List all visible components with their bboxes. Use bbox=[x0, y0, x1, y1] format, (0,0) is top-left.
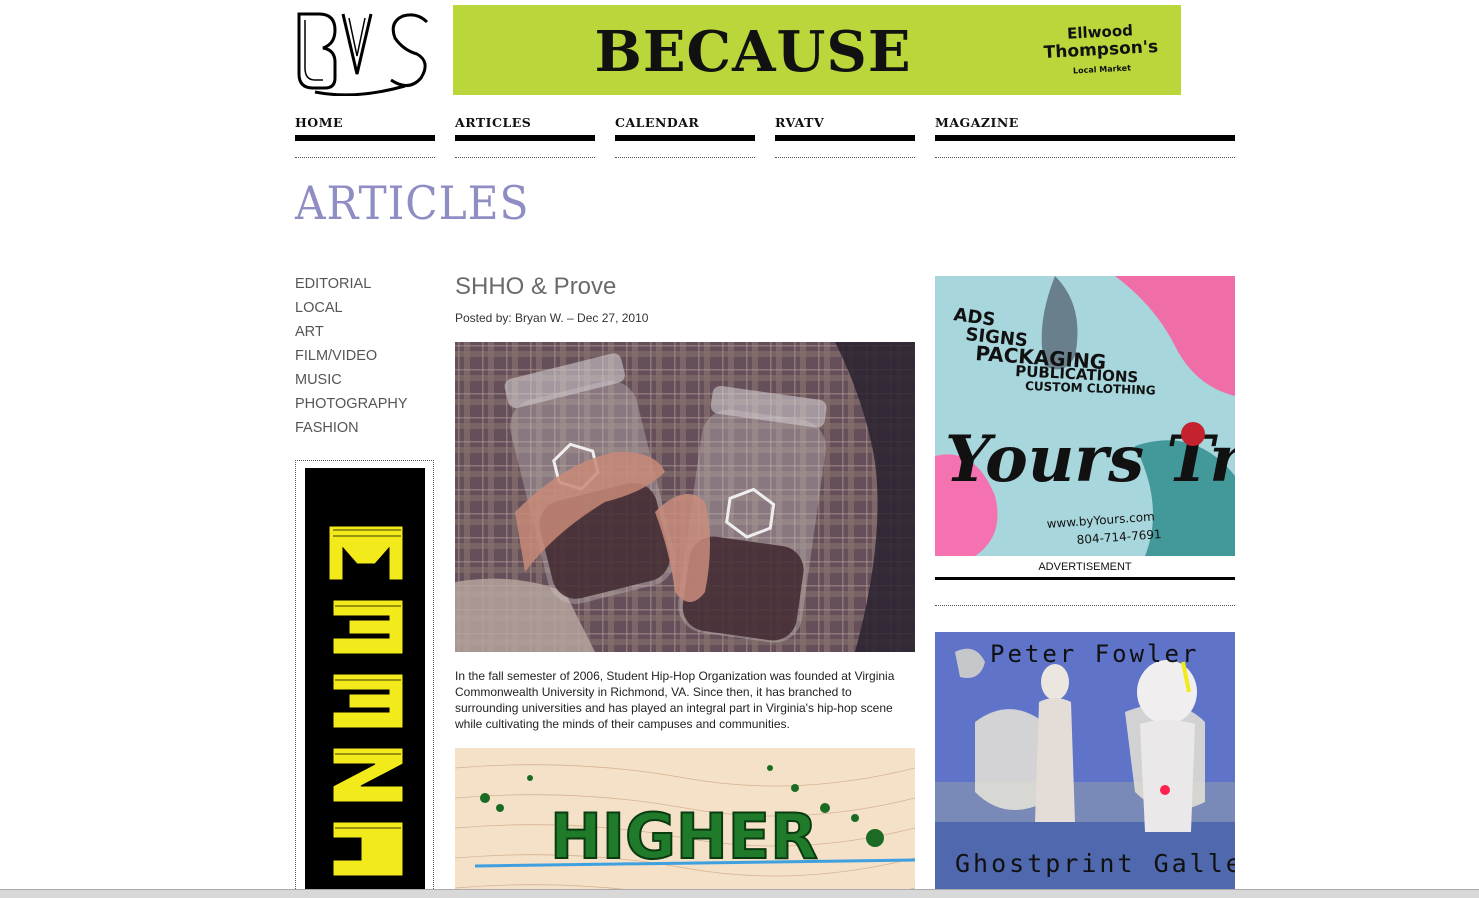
category-local[interactable]: LOCAL bbox=[295, 300, 408, 324]
category-editorial[interactable]: EDITORIAL bbox=[295, 276, 408, 300]
nav-item-calendar[interactable]: CALENDAR bbox=[615, 112, 755, 160]
nav-bar bbox=[295, 135, 435, 141]
category-art[interactable]: ART bbox=[295, 324, 408, 348]
ad-divider bbox=[935, 605, 1235, 606]
nav-item-magazine[interactable]: MAGAZINE bbox=[935, 112, 1235, 160]
nav-bar bbox=[615, 135, 755, 141]
nav-label[interactable]: ARTICLES bbox=[455, 115, 595, 130]
article-meta: Posted by: Bryan W. – Dec 27, 2010 bbox=[455, 311, 649, 325]
nav-divider bbox=[295, 157, 435, 158]
yours-truly-ad[interactable]: ADS SIGNS PACKAGING PUBLICATIONS CUSTOM … bbox=[935, 276, 1235, 556]
category-fashion[interactable]: FASHION bbox=[295, 420, 408, 444]
ad-gallery-name: Ghostprint Gallery bbox=[955, 849, 1235, 878]
category-photography[interactable]: PHOTOGRAPHY bbox=[295, 396, 408, 420]
left-skyscraper-ad[interactable] bbox=[305, 468, 425, 897]
ad-rule bbox=[935, 577, 1235, 580]
article-art-image: HIGHER bbox=[455, 748, 915, 897]
ad-artist-name: Peter Fowler bbox=[990, 640, 1199, 668]
nav-item-home[interactable]: HOME bbox=[295, 112, 435, 160]
nav-item-rvatv[interactable]: RVATV bbox=[775, 112, 915, 160]
nav-bar bbox=[775, 135, 915, 141]
category-music[interactable]: MUSIC bbox=[295, 372, 408, 396]
site-logo[interactable] bbox=[295, 4, 435, 97]
banner-brand-logo: Ellwood Thompson's Local Market bbox=[1040, 20, 1163, 82]
nav-item-articles[interactable]: ARTICLES bbox=[455, 112, 595, 160]
advertisement-caption: ADVERTISEMENT bbox=[1038, 561, 1132, 573]
nav-bar bbox=[935, 135, 1235, 141]
ghostprint-gallery-ad[interactable]: Peter Fowler Ghostprint Gallery bbox=[935, 632, 1235, 897]
top-banner-ad[interactable]: BECAUSE Ellwood Thompson's Local Market bbox=[453, 5, 1181, 95]
nav-label[interactable]: CALENDAR bbox=[615, 115, 755, 130]
nav-label[interactable]: MAGAZINE bbox=[935, 115, 1235, 130]
page-title: ARTICLES bbox=[295, 176, 530, 230]
article-title[interactable]: SHHO & Prove bbox=[455, 273, 616, 301]
article-body: In the fall semester of 2006, Student Hi… bbox=[455, 669, 895, 731]
article-photo bbox=[455, 342, 915, 652]
category-film-video[interactable]: FILM/VIDEO bbox=[295, 348, 408, 372]
nav-label[interactable]: RVATV bbox=[775, 115, 915, 130]
nav-divider bbox=[775, 157, 915, 158]
nav-divider bbox=[615, 157, 755, 158]
nav-label[interactable]: HOME bbox=[295, 115, 435, 130]
banner-headline: BECAUSE bbox=[594, 19, 912, 85]
nav-divider bbox=[455, 157, 595, 158]
nav-divider bbox=[935, 157, 1235, 158]
nav-bar bbox=[455, 135, 595, 141]
category-list: EDITORIAL LOCAL ART FILM/VIDEO MUSIC PHO… bbox=[295, 276, 408, 444]
art-text: HIGHER bbox=[550, 800, 818, 873]
